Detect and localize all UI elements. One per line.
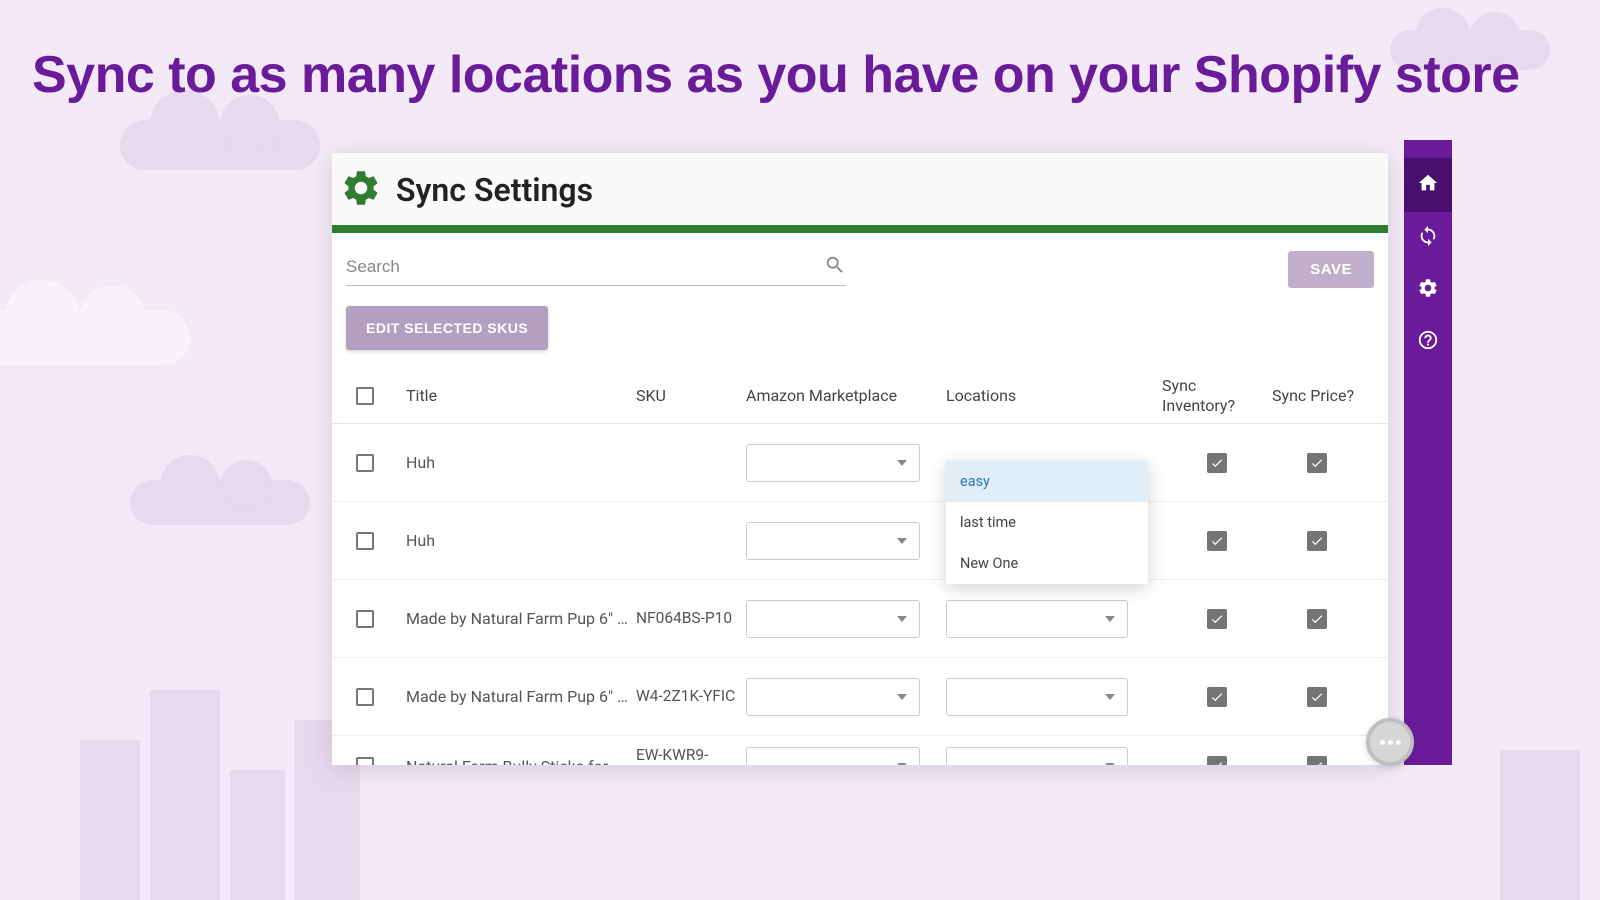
home-icon <box>1417 172 1439 198</box>
table-row: Huh easy last time New One <box>332 424 1388 502</box>
sidebar-nav <box>1404 140 1452 765</box>
search-field[interactable] <box>346 251 846 286</box>
building-decoration <box>80 740 140 900</box>
chat-widget[interactable] <box>1366 718 1414 766</box>
search-input[interactable] <box>346 251 824 283</box>
edit-selected-skus-button[interactable]: EDIT SELECTED SKUS <box>346 306 548 350</box>
building-decoration <box>1500 750 1580 900</box>
sync-price-checkbox[interactable] <box>1307 687 1327 707</box>
col-title: Title <box>406 386 636 405</box>
row-checkbox[interactable] <box>356 757 374 765</box>
marketplace-select[interactable] <box>746 678 920 716</box>
row-title: Huh <box>406 453 636 472</box>
col-locations: Locations <box>946 386 1162 405</box>
locations-select[interactable] <box>946 678 1128 716</box>
chevron-down-icon <box>897 460 907 466</box>
chevron-down-icon <box>1105 616 1115 622</box>
chat-icon <box>1380 740 1401 745</box>
chevron-down-icon <box>897 763 907 765</box>
page-headline: Sync to as many locations as you have on… <box>32 45 1520 105</box>
chevron-down-icon <box>1105 694 1115 700</box>
row-title: Made by Natural Farm Pup 6" … <box>406 687 636 706</box>
col-marketplace: Amazon Marketplace <box>746 386 946 405</box>
sidebar-item-help[interactable] <box>1404 316 1452 368</box>
table-header: Title SKU Amazon Marketplace Locations S… <box>332 368 1388 424</box>
row-checkbox[interactable] <box>356 688 374 706</box>
locations-select[interactable] <box>946 747 1128 765</box>
sync-price-checkbox[interactable] <box>1307 453 1327 473</box>
sync-inventory-checkbox[interactable] <box>1207 687 1227 707</box>
table-row: Natural Farm Bully Sticks for S… EW-KWR9… <box>332 736 1388 765</box>
app-header: Sync Settings <box>332 153 1388 225</box>
search-icon <box>824 254 846 280</box>
dropdown-option[interactable]: easy <box>946 461 1148 502</box>
app-title: Sync Settings <box>396 171 593 209</box>
row-sku: NF064BS-P10 <box>636 608 746 629</box>
accent-bar <box>332 225 1388 233</box>
select-all-checkbox[interactable] <box>356 387 374 405</box>
sync-inventory-checkbox[interactable] <box>1207 756 1227 765</box>
cloud-decoration <box>130 480 310 525</box>
help-icon <box>1417 329 1439 355</box>
row-title: Made by Natural Farm Pup 6" … <box>406 609 636 628</box>
col-sku: SKU <box>636 386 746 405</box>
chevron-down-icon <box>897 694 907 700</box>
row-title: Huh <box>406 531 636 550</box>
sidebar-item-home[interactable] <box>1404 158 1452 212</box>
sku-table: Title SKU Amazon Marketplace Locations S… <box>332 368 1388 765</box>
sync-price-checkbox[interactable] <box>1307 609 1327 629</box>
save-button[interactable]: SAVE <box>1288 251 1374 288</box>
sync-price-checkbox[interactable] <box>1307 756 1327 765</box>
cloud-decoration <box>0 310 190 365</box>
sync-inventory-checkbox[interactable] <box>1207 531 1227 551</box>
row-sku: EW-KWR9-T2FS <box>636 745 746 765</box>
chevron-down-icon <box>1105 763 1115 765</box>
sync-price-checkbox[interactable] <box>1307 531 1327 551</box>
table-row: Made by Natural Farm Pup 6" … NF064BS-P1… <box>332 580 1388 658</box>
col-sync-price: Sync Price? <box>1272 386 1362 406</box>
locations-dropdown: easy last time New One <box>946 461 1148 584</box>
sidebar-item-settings[interactable] <box>1404 264 1452 316</box>
locations-select[interactable] <box>946 600 1128 638</box>
sync-inventory-checkbox[interactable] <box>1207 453 1227 473</box>
chevron-down-icon <box>897 616 907 622</box>
marketplace-select[interactable] <box>746 444 920 482</box>
row-title: Natural Farm Bully Sticks for S… <box>406 757 636 766</box>
app-panel: Sync Settings SAVE EDIT SELECTED SKUS Ti… <box>332 153 1388 765</box>
cloud-decoration <box>120 120 320 170</box>
row-sku: W4-2Z1K-YFIC <box>636 686 746 707</box>
marketplace-select[interactable] <box>746 522 920 560</box>
row-checkbox[interactable] <box>356 454 374 472</box>
row-checkbox[interactable] <box>356 610 374 628</box>
marketplace-select[interactable] <box>746 747 920 765</box>
building-decoration <box>150 690 220 900</box>
col-sync-inventory: Sync Inventory? <box>1162 376 1272 416</box>
dropdown-option[interactable]: New One <box>946 543 1148 584</box>
sync-inventory-checkbox[interactable] <box>1207 609 1227 629</box>
sidebar-item-sync[interactable] <box>1404 212 1452 264</box>
gear-icon <box>340 167 382 213</box>
row-checkbox[interactable] <box>356 532 374 550</box>
dropdown-option[interactable]: last time <box>946 502 1148 543</box>
chevron-down-icon <box>897 538 907 544</box>
table-row: Huh <box>332 502 1388 580</box>
gear-icon <box>1417 277 1439 303</box>
sync-icon <box>1417 225 1439 251</box>
building-decoration <box>230 770 285 900</box>
table-row: Made by Natural Farm Pup 6" … W4-2Z1K-YF… <box>332 658 1388 736</box>
marketplace-select[interactable] <box>746 600 920 638</box>
